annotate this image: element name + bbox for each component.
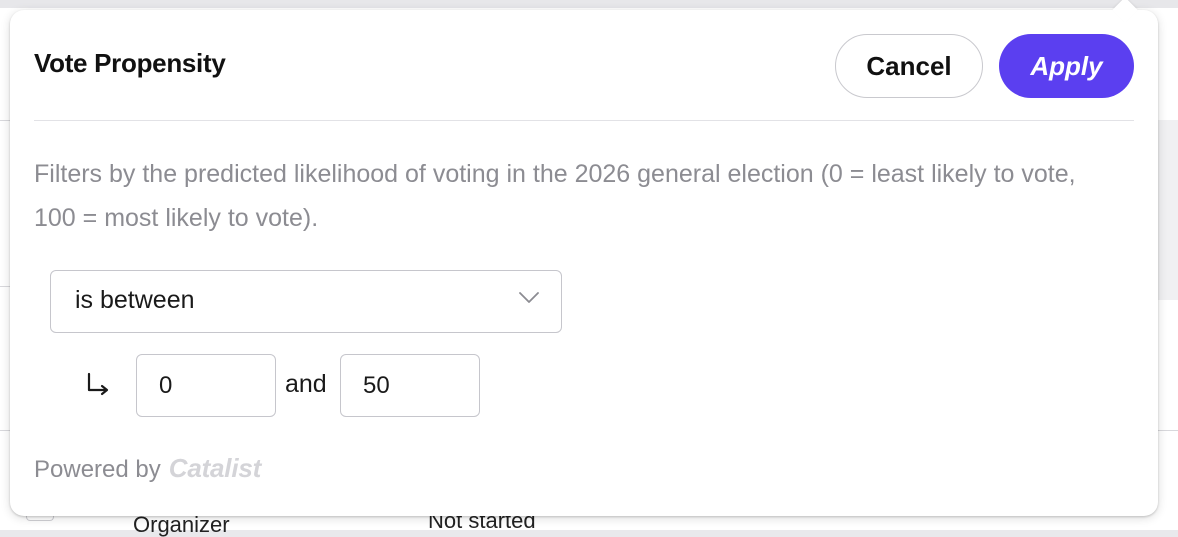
chevron-down-icon [519, 292, 539, 303]
operator-select[interactable]: is between [50, 270, 562, 333]
range-joiner-label: and [285, 370, 327, 398]
operator-select-value: is between [75, 286, 195, 314]
popover-title: Vote Propensity [34, 48, 226, 78]
powered-by: Powered by Catalist [34, 453, 261, 484]
cancel-button[interactable]: Cancel [835, 34, 983, 98]
background-panel-edge [1158, 120, 1178, 300]
subdirectory-arrow-icon [87, 372, 109, 396]
powered-by-label: Powered by [34, 456, 161, 483]
background-topbar [0, 0, 1178, 8]
range-min-input[interactable] [136, 354, 276, 417]
filter-description: Filters by the predicted likelihood of v… [34, 160, 1076, 232]
vote-propensity-filter-popover: Vote Propensity Cancel Apply Filters by … [10, 0, 1158, 516]
range-max-input[interactable] [340, 354, 480, 417]
catalist-logo: Catalist [168, 453, 262, 483]
row-organizer-cell: Organizer [133, 512, 230, 537]
apply-button[interactable]: Apply [999, 34, 1134, 98]
header-divider [34, 120, 1134, 121]
